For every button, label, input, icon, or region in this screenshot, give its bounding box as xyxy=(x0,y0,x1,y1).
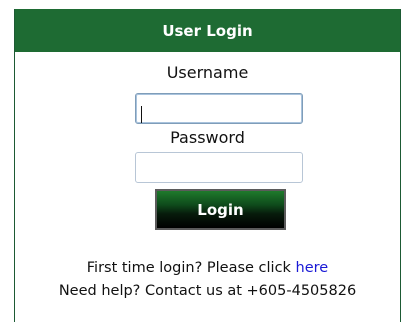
username-label: Username xyxy=(166,63,249,82)
help-contact-text: Need help? Contact us at +605-4505826 xyxy=(58,283,357,299)
username-input[interactable] xyxy=(135,93,303,124)
login-title: User Login xyxy=(162,21,253,40)
login-page: User Login Username Password Login First… xyxy=(0,0,419,322)
first-time-login-prefix: First time login? Please click xyxy=(86,260,296,276)
login-button[interactable]: Login xyxy=(155,189,286,230)
login-header: User Login xyxy=(15,9,400,52)
text-cursor xyxy=(141,106,142,123)
password-label: Password xyxy=(170,128,245,147)
first-time-login-link[interactable]: here xyxy=(296,260,329,276)
first-time-login-text: First time login? Please click here xyxy=(15,260,400,276)
login-panel: User Login Username Password Login First… xyxy=(14,9,401,322)
password-input[interactable] xyxy=(135,152,303,183)
